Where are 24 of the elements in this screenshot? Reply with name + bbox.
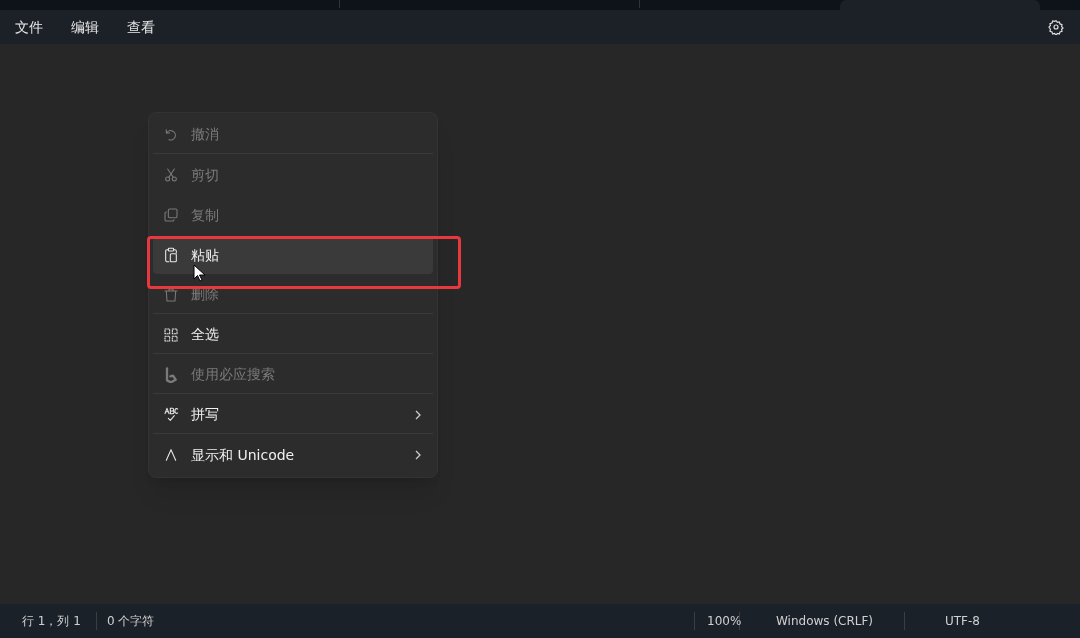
trash-icon <box>163 286 179 303</box>
chevron-right-icon <box>413 450 423 460</box>
clipboard-icon <box>163 247 179 263</box>
menu-item[interactable]: 编辑 <box>62 12 108 42</box>
b-letter-icon <box>163 366 179 383</box>
menu-item[interactable]: 查看 <box>118 12 164 42</box>
menu-item[interactable]: 文件 <box>6 12 52 42</box>
character-count: 0 个字符 <box>97 612 695 630</box>
chevron-right-icon <box>413 409 423 420</box>
scissors-icon <box>163 167 179 183</box>
cursor-position: 行 1，列 1 <box>0 612 97 630</box>
menu-item[interactable]: 拼写 <box>153 396 433 434</box>
caret-up-icon <box>163 447 179 463</box>
cursor-icon <box>193 264 205 282</box>
menu-item[interactable]: 全选 <box>153 316 433 354</box>
encoding: UTF-8 <box>944 613 980 630</box>
zoom-level: 100% <box>695 612 740 630</box>
undo-icon <box>163 126 179 143</box>
settings-icon[interactable] <box>1048 19 1064 35</box>
select-all-icon <box>163 326 179 343</box>
copy-icon <box>163 207 179 223</box>
line-ending: Windows (CRLF) <box>740 612 905 630</box>
spellcheck-icon <box>163 406 179 423</box>
menu-item[interactable]: 显示和 Unicode <box>153 436 433 474</box>
